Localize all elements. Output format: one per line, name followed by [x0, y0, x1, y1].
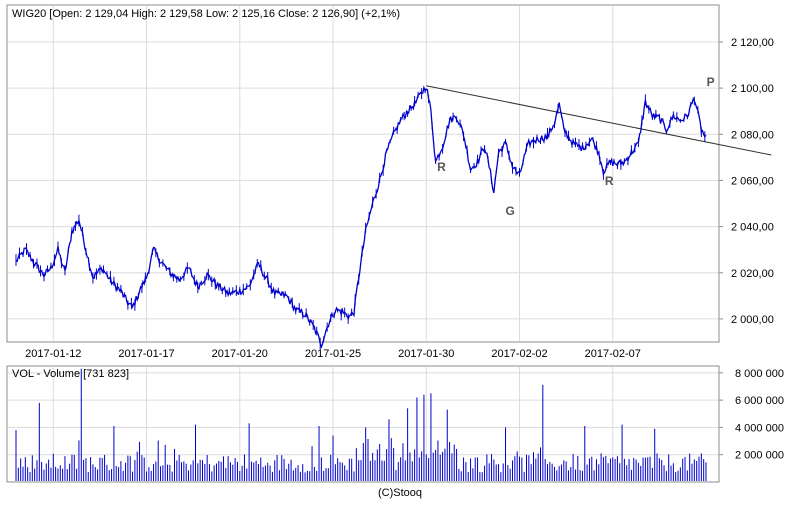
annotation-label: R — [605, 174, 614, 188]
price-y-tick-label: 2 000,00 — [731, 314, 774, 326]
price-x-tick-label: 2017-01-25 — [305, 348, 361, 360]
volume-y-tick-label: 4 000 000 — [735, 422, 784, 434]
volume-y-tick-label: 8 000 000 — [735, 368, 784, 380]
price-y-tick-label: 2 040,00 — [731, 222, 774, 234]
annotation-label: P — [707, 75, 715, 89]
price-y-tick-labels: 2 000,00 2 020,00 2 040,00 2 060,00 2 080,00… — [731, 37, 774, 326]
volume-y-tick-label: 6 000 000 — [735, 395, 784, 407]
stooq-chart-widget: 2017-01-12 2017-01-17 2017-01-20 2017-01-25… — [0, 0, 800, 500]
price-x-tick-label: 2017-01-12 — [25, 348, 81, 360]
price-x-tick-label: 2017-01-30 — [398, 348, 454, 360]
price-y-tick-label: 2 080,00 — [731, 129, 774, 141]
price-chart-title: WIG20 [Open: 2 129,04 High: 2 129,58 Low… — [12, 8, 400, 20]
price-x-tick-label: 2017-01-17 — [118, 348, 174, 360]
annotation-label: R — [437, 160, 446, 174]
price-y-tick-label: 2 100,00 — [731, 83, 774, 95]
price-x-tick-label: 2017-02-07 — [585, 348, 641, 360]
price-y-tick-label: 2 060,00 — [731, 175, 774, 187]
volume-y-tick-labels: 2 000 000 4 000 000 6 000 000 8 000 000 — [735, 368, 784, 462]
price-y-tick-label: 2 020,00 — [731, 268, 774, 280]
volume-y-tick-label: 2 000 000 — [735, 450, 784, 462]
annotation-label: G — [506, 204, 515, 218]
footer-credit: (C)Stooq — [378, 487, 422, 499]
price-x-tick-label: 2017-02-02 — [491, 348, 547, 360]
price-y-tick-label: 2 120,00 — [731, 37, 774, 49]
volume-chart-title: VOL - Volume [731 823] — [12, 368, 129, 380]
price-x-tick-labels: 2017-01-12 2017-01-17 2017-01-20 2017-01-25… — [25, 348, 641, 360]
wig20-chart-svg: 2017-01-12 2017-01-17 2017-01-20 2017-01-25… — [6, 4, 784, 499]
price-x-tick-label: 2017-01-20 — [212, 348, 268, 360]
